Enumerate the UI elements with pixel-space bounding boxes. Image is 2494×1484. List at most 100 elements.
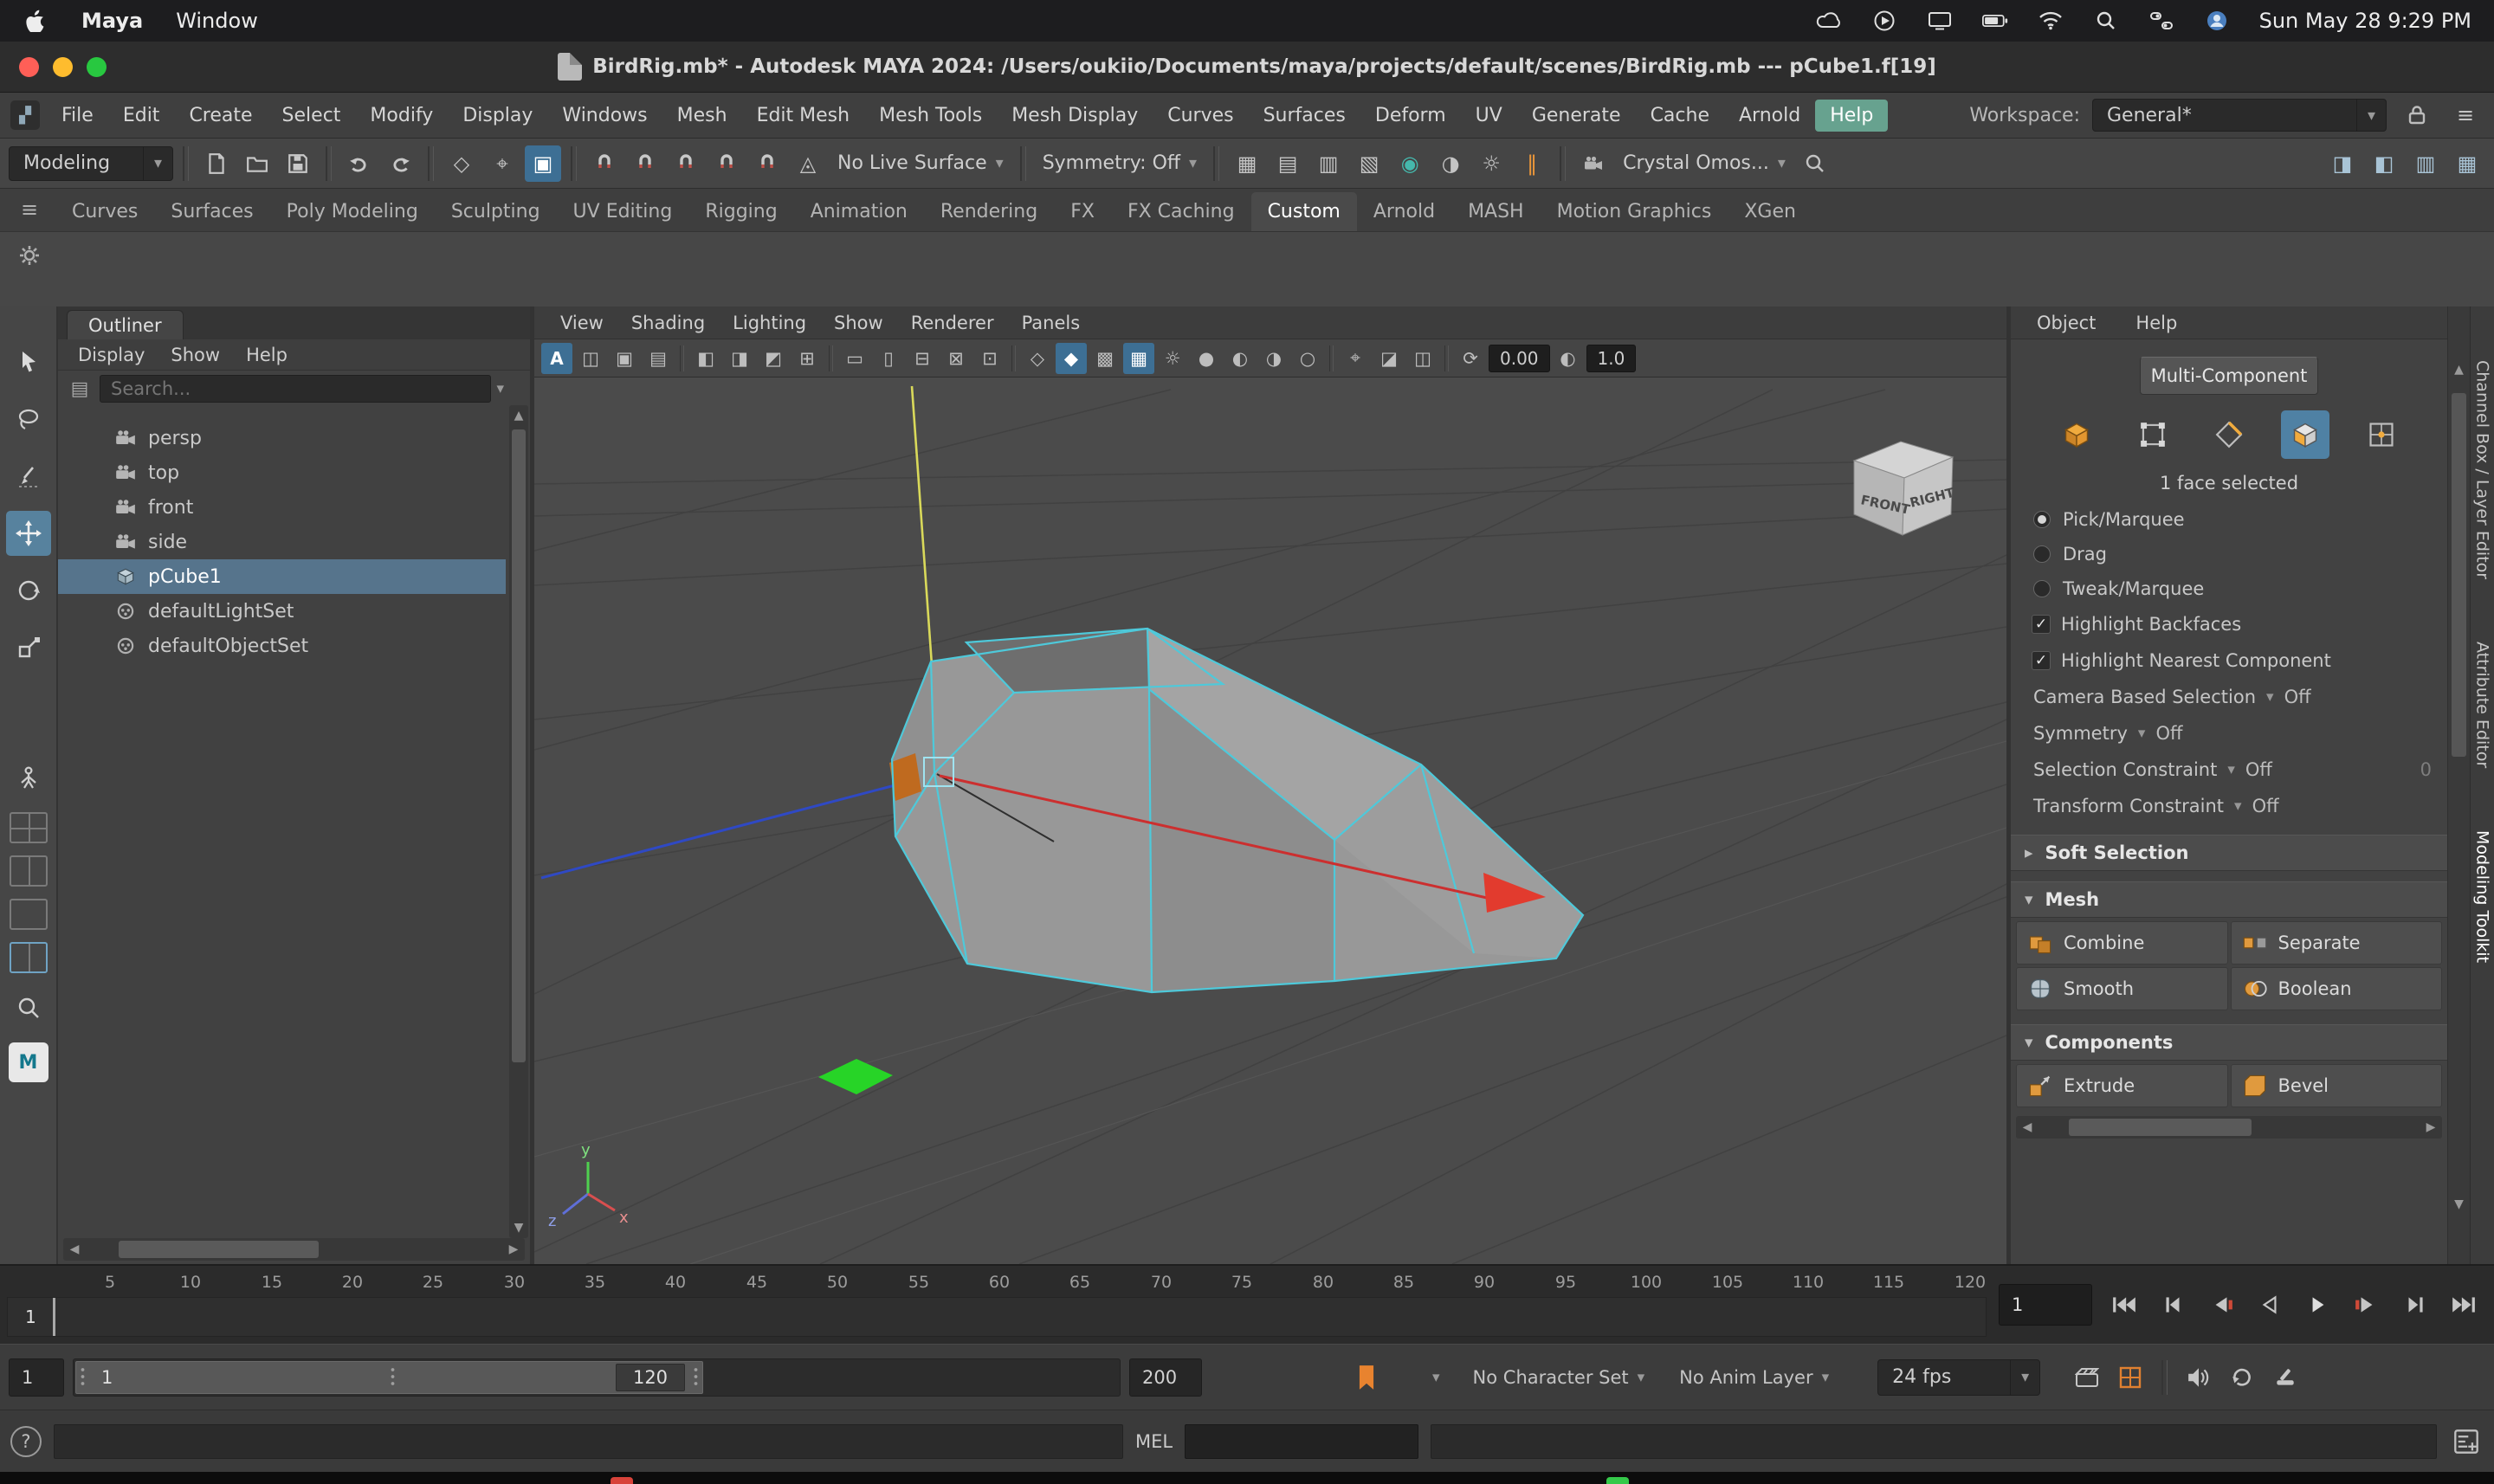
- joints-xray-icon[interactable]: ◫: [1407, 343, 1438, 374]
- outliner-item-side[interactable]: side: [58, 525, 506, 559]
- shelf-tab-custom[interactable]: Custom: [1251, 192, 1357, 231]
- pick-marquee-radio[interactable]: Pick/Marquee: [2011, 502, 2447, 537]
- viewport-menu-view[interactable]: View: [546, 313, 617, 333]
- make-live-icon[interactable]: ◬: [790, 145, 826, 182]
- divider[interactable]: [183, 146, 189, 181]
- scroll-down-arrow[interactable]: ▼: [2448, 1193, 2470, 1216]
- menu-deform[interactable]: Deform: [1360, 100, 1461, 132]
- fps-dropdown[interactable]: 24 fps ▾: [1877, 1359, 2040, 1396]
- components-section-header[interactable]: ▾ Components: [2011, 1024, 2447, 1061]
- shelf-tab-mash[interactable]: MASH: [1451, 192, 1541, 231]
- field-chart-icon[interactable]: ⊠: [940, 343, 972, 374]
- toggle-tool-settings-icon[interactable]: ◧: [2366, 145, 2402, 182]
- outliner-menu-help[interactable]: Help: [233, 345, 300, 365]
- mesh-section-header[interactable]: ▾ Mesh: [2011, 881, 2447, 918]
- menu-help[interactable]: Help: [1815, 100, 1888, 132]
- render-view-icon[interactable]: ▦: [1229, 145, 1265, 182]
- bevel-button[interactable]: Bevel: [2231, 1064, 2443, 1107]
- shelf-tab-uv-editing[interactable]: UV Editing: [557, 192, 689, 231]
- two-d-pan-zoom-icon[interactable]: ◨: [724, 343, 755, 374]
- shaded-mode-icon[interactable]: ◆: [1056, 343, 1087, 374]
- snap-to-view-plane-icon[interactable]: [749, 145, 785, 182]
- layout-single-pane-button[interactable]: [10, 899, 48, 930]
- wireframe-on-shaded-icon[interactable]: ▦: [1123, 343, 1154, 374]
- workspace-menu-icon[interactable]: ≡: [2447, 97, 2484, 133]
- view-cube[interactable]: FRONT RIGHT: [1854, 442, 1956, 535]
- select-tool-icon[interactable]: [6, 339, 51, 384]
- multi-component-button[interactable]: Multi-Component: [2140, 357, 2318, 395]
- menu-surfaces[interactable]: Surfaces: [1249, 100, 1360, 132]
- last-tool-icon[interactable]: [6, 755, 51, 800]
- textured-mode-icon[interactable]: ▩: [1089, 343, 1121, 374]
- menu-select[interactable]: Select: [268, 100, 356, 132]
- outliner-item-top[interactable]: top: [58, 455, 506, 490]
- ambient-occlusion-icon[interactable]: ◐: [1224, 343, 1256, 374]
- divider[interactable]: [1213, 146, 1219, 181]
- highlight-backfaces-checkbox[interactable]: ✓ Highlight Backfaces: [2011, 606, 2447, 642]
- step-back-frame-button[interactable]: [2149, 1282, 2196, 1327]
- shelf-tab-xgen[interactable]: XGen: [1728, 192, 1812, 231]
- scroll-up-arrow[interactable]: ▲: [2448, 358, 2470, 381]
- viewport-menu-lighting[interactable]: Lighting: [719, 313, 820, 333]
- select-by-object-icon[interactable]: ⌖: [484, 145, 520, 182]
- symmetry-row[interactable]: Symmetry ▾ Off: [2011, 715, 2447, 752]
- shelf-tab-animation[interactable]: Animation: [794, 192, 924, 231]
- menu-file[interactable]: File: [47, 100, 108, 132]
- help-line-icon[interactable]: ?: [10, 1426, 42, 1457]
- apple-logo-icon[interactable]: [23, 8, 48, 34]
- mel-command-input[interactable]: [1185, 1424, 1418, 1459]
- object-mode-icon[interactable]: [2052, 410, 2101, 459]
- menu-bar-clock[interactable]: Sun May 28 9:29 PM: [2259, 9, 2471, 33]
- toolkit-vertical-scrollbar[interactable]: ▲ ▼: [2447, 306, 2470, 1264]
- isolate-select-icon[interactable]: ⌖: [1340, 343, 1371, 374]
- scroll-right-arrow[interactable]: ▶: [2420, 1120, 2442, 1134]
- outliner-item-persp[interactable]: persp: [58, 421, 506, 455]
- outliner-menu-display[interactable]: Display: [65, 345, 158, 365]
- menu-windows[interactable]: Windows: [547, 100, 662, 132]
- view-grid-icon[interactable]: ⊞: [791, 343, 823, 374]
- shelf-tab-fx[interactable]: FX: [1054, 192, 1111, 231]
- scene-icon[interactable]: ▞: [10, 100, 40, 130]
- range-right-grip[interactable]: [693, 1366, 699, 1389]
- vertex-mode-icon[interactable]: [2129, 410, 2177, 459]
- highlight-nearest-component-checkbox[interactable]: ✓ Highlight Nearest Component: [2011, 642, 2447, 679]
- window-minimize-button[interactable]: [53, 57, 73, 77]
- viewport-3d-scene[interactable]: FRONT RIGHT y z x: [534, 377, 2006, 1264]
- layout-two-panes-side-button[interactable]: [10, 855, 48, 887]
- divider[interactable]: [1020, 146, 1026, 181]
- menu-modify[interactable]: Modify: [355, 100, 448, 132]
- current-frame-field[interactable]: 1: [1999, 1284, 2092, 1326]
- scroll-left-arrow[interactable]: ◀: [2016, 1120, 2038, 1134]
- outliner-search-input[interactable]: [100, 375, 491, 403]
- auto-keyframe-icon[interactable]: [2113, 1360, 2148, 1395]
- input-line-field[interactable]: Crystal Omos... ▾: [1616, 152, 1793, 174]
- character-set-menu[interactable]: No Character Set ▾: [1473, 1367, 1645, 1388]
- symmetry-dropdown[interactable]: Symmetry: Off ▾: [1036, 152, 1204, 174]
- toon-shader-icon[interactable]: ◉: [1392, 145, 1428, 182]
- step-back-key-button[interactable]: [2198, 1282, 2245, 1327]
- zoom-icon[interactable]: [6, 985, 51, 1030]
- camera-icon[interactable]: [1575, 145, 1612, 182]
- oversampling-icon[interactable]: ◩: [758, 343, 789, 374]
- toolkit-horizontal-scrollbar[interactable]: ◀ ▶: [2016, 1116, 2442, 1139]
- snap-to-grid-icon[interactable]: [586, 145, 623, 182]
- play-forwards-button[interactable]: [2295, 1282, 2342, 1327]
- loop-playback-icon[interactable]: [2225, 1360, 2259, 1395]
- xray-icon[interactable]: ◪: [1373, 343, 1405, 374]
- hypershade-icon[interactable]: ◑: [1432, 145, 1469, 182]
- wifi-icon[interactable]: [2038, 8, 2064, 34]
- menu-mesh-display[interactable]: Mesh Display: [997, 100, 1153, 132]
- chevron-down-icon[interactable]: ▾: [496, 380, 504, 397]
- move-tool-icon[interactable]: [6, 511, 51, 556]
- divider[interactable]: [1560, 146, 1566, 181]
- pause-viewport-icon[interactable]: ‖: [1514, 145, 1550, 182]
- contrast-icon[interactable]: ◐: [1553, 343, 1584, 374]
- lock-camera-icon[interactable]: ◫: [575, 343, 606, 374]
- toggle-attribute-editor-icon[interactable]: ◨: [2324, 145, 2361, 182]
- playhead[interactable]: [53, 1298, 55, 1336]
- scrollbar-thumb[interactable]: [119, 1241, 319, 1258]
- shelf-tab-surfaces[interactable]: Surfaces: [154, 192, 269, 231]
- menu-generate[interactable]: Generate: [1517, 100, 1636, 132]
- snap-to-point-icon[interactable]: [668, 145, 704, 182]
- select-by-hierarchy-icon[interactable]: ◇: [443, 145, 480, 182]
